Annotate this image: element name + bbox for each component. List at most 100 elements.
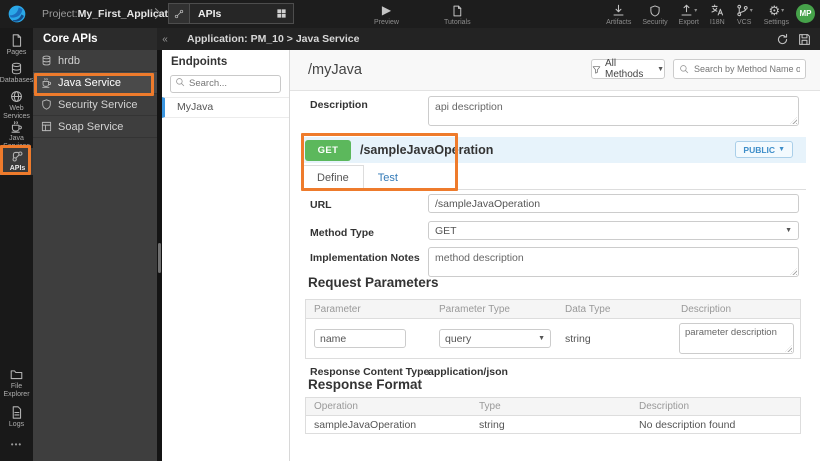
core-api-item-hrdb[interactable]: hrdb (33, 50, 157, 72)
vcs-button[interactable]: ▾ VCS (736, 4, 753, 26)
method-badge[interactable]: GET (305, 139, 351, 161)
column-header: Operation (314, 401, 358, 412)
operation-bar[interactable]: GET /sampleJavaOperation PUBLIC ▼ (302, 137, 806, 163)
api-title: /myJava (308, 62, 362, 78)
preview-label: Preview (374, 19, 399, 26)
globe-icon (10, 90, 23, 103)
artifacts-button[interactable]: Artifacts (606, 4, 631, 26)
tab-define[interactable]: Define (302, 165, 364, 190)
all-methods-label: All Methods (605, 58, 644, 80)
request-parameter-row: query ▼ string parameter description (306, 319, 800, 358)
more-options-icon[interactable]: ••• (0, 440, 33, 449)
endpoints-search-input[interactable] (170, 74, 281, 93)
response-description-value: No description found (639, 418, 736, 431)
tutorials-button[interactable]: Tutorials (444, 4, 471, 26)
method-type-label: Method Type (310, 227, 374, 239)
main-content: /myJava All Methods ▼ Description api de… (290, 50, 820, 461)
refresh-icon[interactable] (776, 33, 789, 46)
soap-icon (41, 121, 52, 132)
url-input[interactable] (428, 194, 799, 213)
export-label: Export (678, 19, 699, 26)
visibility-label: PUBLIC (743, 144, 776, 155)
caret-down-icon: ▾ (781, 8, 785, 14)
tutorials-icon (451, 4, 463, 17)
sidebar-item-databases[interactable]: Databases (0, 62, 33, 85)
grid-icon[interactable] (276, 8, 287, 19)
sidebar-item-web-services[interactable]: Web Services (0, 90, 33, 120)
response-format-title: Response Format (308, 377, 423, 392)
sidebar-item-file-explorer[interactable]: File Explorer (0, 368, 33, 398)
i18n-label: I18N (709, 19, 725, 26)
sidebar-item-logs[interactable]: Logs (0, 406, 33, 429)
project-label: Project: (42, 8, 78, 20)
core-api-item-security-service[interactable]: Security Service (33, 94, 157, 116)
column-header: Description (639, 401, 690, 412)
coffee-icon (41, 77, 52, 88)
tab-test[interactable]: Test (364, 165, 412, 190)
parameter-type-select[interactable]: query ▼ (439, 329, 551, 348)
visibility-dropdown[interactable]: PUBLIC ▼ (735, 141, 793, 158)
wavemaker-logo-icon[interactable] (7, 4, 27, 24)
branch-icon (736, 4, 749, 17)
caret-down-icon: ▾ (749, 8, 753, 14)
security-label: Security (642, 19, 668, 26)
api-nodes-icon (11, 150, 24, 163)
collapse-panel-icon[interactable]: « (157, 34, 173, 45)
filter-funnel-icon (592, 65, 601, 74)
apis-workspace-tab[interactable]: APIs (168, 3, 294, 24)
response-format-table: Operation Type Description sampleJavaOpe… (305, 397, 801, 434)
sidebar-item-java-services[interactable]: Java Services (0, 120, 33, 150)
implementation-notes-textarea[interactable]: method description (428, 247, 799, 277)
application-breadcrumb: Application: PM_10 > Java Service (187, 33, 360, 45)
core-api-item-java-service[interactable]: Java Service (33, 72, 157, 94)
gear-icon: ⚙ (768, 3, 781, 18)
method-search-input[interactable] (673, 59, 806, 79)
response-operation-value: sampleJavaOperation (314, 418, 417, 431)
search-icon (175, 77, 185, 87)
i18n-button[interactable]: I18N (710, 4, 725, 26)
caret-down-icon: ▾ (694, 8, 698, 14)
folder-icon (10, 368, 23, 381)
caret-down-icon: ▼ (778, 146, 785, 153)
core-api-item-soap-service[interactable]: Soap Service (33, 116, 157, 138)
database-icon (41, 55, 52, 66)
core-apis-title: Core APIs (33, 28, 157, 50)
save-icon[interactable] (798, 33, 811, 46)
coffee-icon (10, 120, 23, 133)
tutorials-label: Tutorials (444, 19, 471, 26)
column-header: Description (681, 303, 732, 315)
endpoint-item-myjava[interactable]: MyJava (162, 96, 289, 118)
apis-tab-label: APIs (198, 7, 222, 20)
application-sub-header: « Application: PM_10 > Java Service (157, 28, 820, 50)
column-header: Parameter (314, 303, 361, 315)
parameter-name-input[interactable] (314, 329, 406, 349)
description-textarea[interactable]: api description (428, 96, 799, 126)
sidebar-item-apis[interactable]: APIs (0, 148, 33, 175)
response-format-row: sampleJavaOperation string No descriptio… (306, 416, 800, 433)
security-button[interactable]: Security (642, 4, 668, 26)
shield-icon (41, 99, 52, 110)
column-header: Type (479, 401, 501, 412)
data-type-value: string (565, 332, 591, 345)
operation-path: /sampleJavaOperation (360, 143, 494, 157)
caret-down-icon: ▼ (785, 227, 792, 234)
parameter-description-textarea[interactable]: parameter description (679, 323, 794, 354)
endpoints-title: Endpoints (171, 56, 228, 68)
play-icon: ▶ (381, 3, 392, 17)
sidebar-item-pages[interactable]: Pages (0, 34, 33, 57)
panel-splitter[interactable] (157, 50, 162, 461)
topbar-actions: Artifacts Security ▾ Export I18N ▾ VCS ⚙… (606, 4, 789, 26)
method-type-select[interactable]: GET ▼ (428, 221, 799, 240)
preview-button[interactable]: ▶ Preview (374, 3, 399, 27)
user-avatar[interactable]: MP (796, 4, 815, 23)
settings-button[interactable]: ⚙ ▾ Settings (764, 4, 789, 26)
description-label: Description (310, 99, 368, 111)
left-icon-rail: Pages Databases Web Services Java Servic… (0, 28, 33, 461)
request-parameters-header-row: Parameter Parameter Type Data Type Descr… (306, 300, 800, 319)
endpoints-panel: Endpoints MyJava (162, 50, 290, 461)
operation-tabs: Define Test (302, 165, 806, 190)
all-methods-dropdown[interactable]: All Methods ▼ (591, 58, 665, 80)
splitter-drag-handle[interactable] (158, 243, 161, 273)
export-button[interactable]: ▾ Export (679, 4, 699, 26)
request-parameters-title: Request Parameters (308, 275, 439, 290)
